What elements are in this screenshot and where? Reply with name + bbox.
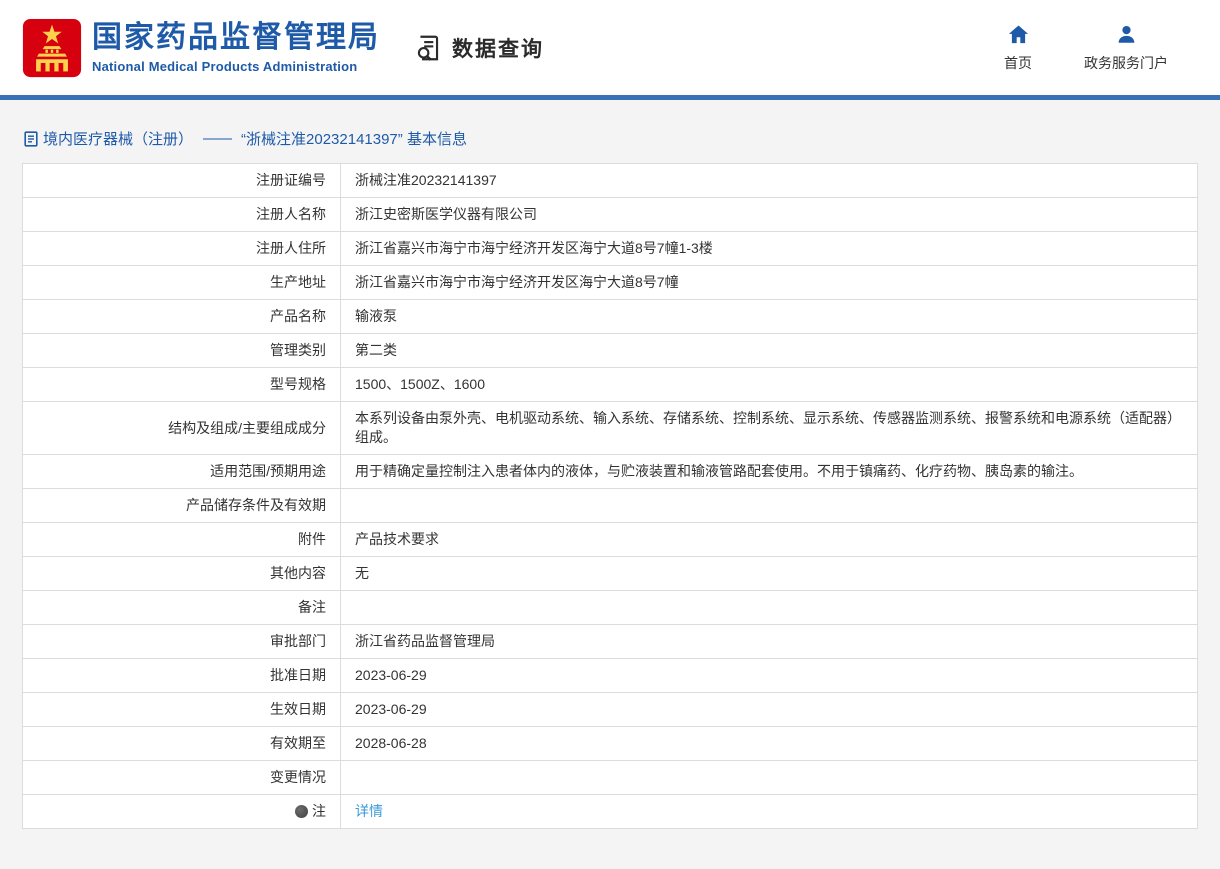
row-value: 输液泵	[340, 299, 1198, 334]
row-value: 2023-06-29	[340, 692, 1198, 727]
main-content: 境内医疗器械（注册） —— “浙械注准20232141397” 基本信息 注册证…	[0, 100, 1220, 869]
row-value: 1500、1500Z、1600	[340, 367, 1198, 402]
breadcrumb-separator: ——	[203, 130, 232, 147]
org-name-cn: 国家药品监督管理局	[92, 21, 380, 54]
table-row: 注册证编号 浙械注准20232141397	[22, 163, 1198, 198]
row-value: 浙江史密斯医学仪器有限公司	[340, 197, 1198, 232]
nmpa-emblem-logo	[22, 18, 82, 77]
document-icon	[24, 130, 38, 147]
table-row: 管理类别 第二类	[22, 333, 1198, 368]
row-value: 浙械注准20232141397	[340, 163, 1198, 198]
table-row: 有效期至 2028-06-28	[22, 726, 1198, 761]
row-label: 有效期至	[22, 726, 341, 761]
note-icon	[295, 805, 308, 818]
brand-text: 国家药品监督管理局 National Medical Products Admi…	[92, 21, 380, 74]
row-label: 结构及组成/主要组成成分	[22, 401, 341, 455]
row-value	[340, 488, 1198, 523]
table-row: 变更情况	[22, 760, 1198, 795]
breadcrumb: 境内医疗器械（注册） —— “浙械注准20232141397” 基本信息	[24, 128, 1198, 149]
header-brand[interactable]: 国家药品监督管理局 National Medical Products Admi…	[22, 17, 380, 79]
breadcrumb-category[interactable]: 境内医疗器械（注册）	[43, 128, 193, 149]
row-label: 生产地址	[22, 265, 341, 300]
data-query-section[interactable]: 数据查询	[414, 33, 544, 63]
data-query-icon	[417, 35, 439, 61]
org-name-en: National Medical Products Administration	[92, 59, 358, 74]
row-label: 注册人名称	[22, 197, 341, 232]
site-header: 国家药品监督管理局 National Medical Products Admi…	[0, 0, 1220, 95]
table-row: 注详情	[22, 794, 1198, 829]
nav-portal[interactable]: 政务服务门户	[1084, 23, 1168, 73]
table-row: 批准日期 2023-06-29	[22, 658, 1198, 693]
table-row: 产品储存条件及有效期	[22, 488, 1198, 523]
row-label: 注	[22, 794, 341, 829]
row-label: 变更情况	[22, 760, 341, 795]
table-row: 产品名称 输液泵	[22, 299, 1198, 334]
page: 国家药品监督管理局 National Medical Products Admi…	[0, 0, 1220, 869]
table-row: 审批部门 浙江省药品监督管理局	[22, 624, 1198, 659]
row-label: 附件	[22, 522, 341, 557]
info-table: 注册证编号 浙械注准20232141397 注册人名称 浙江史密斯医学仪器有限公司 注册…	[22, 163, 1198, 829]
row-value: 浙江省嘉兴市海宁市海宁经济开发区海宁大道8号7幢	[340, 265, 1198, 300]
row-value: 浙江省嘉兴市海宁市海宁经济开发区海宁大道8号7幢1-3楼	[340, 231, 1198, 266]
row-value: 产品技术要求	[340, 522, 1198, 557]
nav-home-label: 首页	[1004, 54, 1032, 71]
row-value: 2023-06-29	[340, 658, 1198, 693]
breadcrumb-title: “浙械注准20232141397” 基本信息	[241, 131, 467, 148]
row-label: 审批部门	[22, 624, 341, 659]
table-row: 生效日期 2023-06-29	[22, 692, 1198, 727]
table-row: 注册人名称 浙江史密斯医学仪器有限公司	[22, 197, 1198, 232]
row-value: 详情	[340, 794, 1198, 829]
info-table-body: 注册证编号 浙械注准20232141397 注册人名称 浙江史密斯医学仪器有限公司 注册…	[22, 163, 1198, 829]
row-label: 备注	[22, 590, 341, 625]
row-label: 注册人住所	[22, 231, 341, 266]
user-icon	[1118, 25, 1134, 43]
row-value: 无	[340, 556, 1198, 591]
table-row: 其他内容无	[22, 556, 1198, 591]
table-row: 型号规格 1500、1500Z、1600	[22, 367, 1198, 402]
top-nav: 首页 政务服务门户	[1004, 23, 1168, 73]
table-row: 注册人住所 浙江省嘉兴市海宁市海宁经济开发区海宁大道8号7幢1-3楼	[22, 231, 1198, 266]
detail-link[interactable]: 详情	[355, 803, 383, 819]
table-row: 附件 产品技术要求	[22, 522, 1198, 557]
row-label: 管理类别	[22, 333, 341, 368]
row-label: 批准日期	[22, 658, 341, 693]
table-row: 备注	[22, 590, 1198, 625]
row-value: 第二类	[340, 333, 1198, 368]
nav-portal-label: 政务服务门户	[1084, 54, 1168, 71]
table-row: 适用范围/预期用途 用于精确定量控制注入患者体内的液体，与贮液装置和输液管路配套使…	[22, 454, 1198, 489]
row-label: 适用范围/预期用途	[22, 454, 341, 489]
nav-home[interactable]: 首页	[1004, 23, 1032, 73]
home-icon	[1008, 24, 1028, 43]
row-label: 产品储存条件及有效期	[22, 488, 341, 523]
row-value	[340, 590, 1198, 625]
table-row: 生产地址 浙江省嘉兴市海宁市海宁经济开发区海宁大道8号7幢	[22, 265, 1198, 300]
row-value: 本系列设备由泵外壳、电机驱动系统、输入系统、存储系统、控制系统、显示系统、传感器…	[340, 401, 1198, 455]
row-label: 其他内容	[22, 556, 341, 591]
row-label: 注册证编号	[22, 163, 341, 198]
row-label: 产品名称	[22, 299, 341, 334]
row-value: 浙江省药品监督管理局	[340, 624, 1198, 659]
row-value	[340, 760, 1198, 795]
data-query-label: 数据查询	[452, 37, 544, 61]
row-value: 用于精确定量控制注入患者体内的液体，与贮液装置和输液管路配套使用。不用于镇痛药、…	[340, 454, 1198, 489]
row-value: 2028-06-28	[340, 726, 1198, 761]
row-label: 型号规格	[22, 367, 341, 402]
row-label: 生效日期	[22, 692, 341, 727]
table-row: 结构及组成/主要组成成分 本系列设备由泵外壳、电机驱动系统、输入系统、存储系统、控…	[22, 401, 1198, 455]
